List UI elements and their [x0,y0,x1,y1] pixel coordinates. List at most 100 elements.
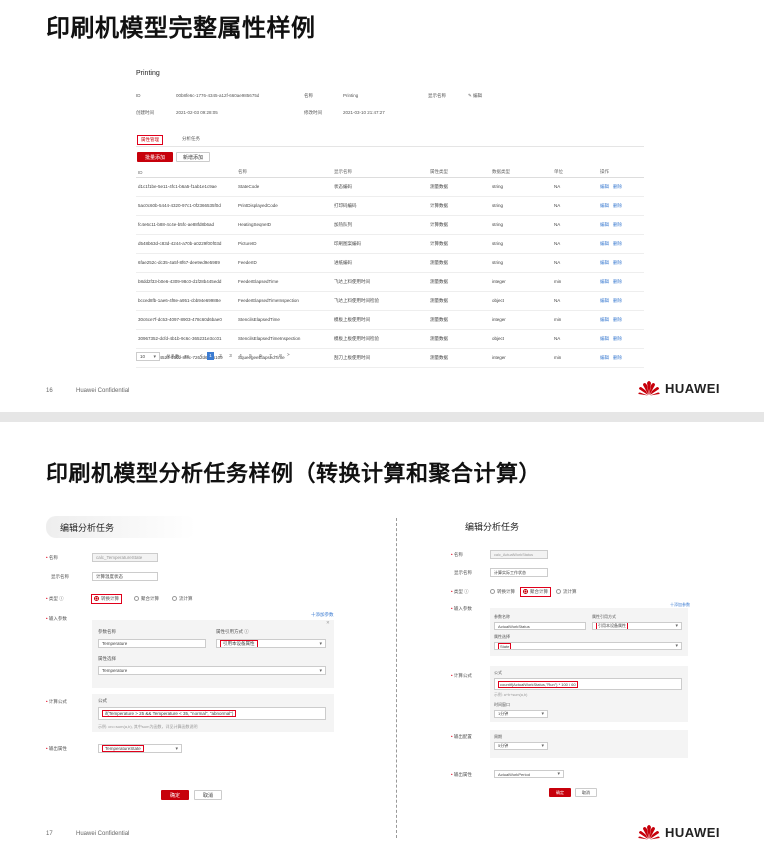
close-icon[interactable]: ✕ [326,620,330,626]
right-name-label-text: 名称 [453,552,463,557]
batch-add-button[interactable]: 批量添加 [137,152,173,162]
left-name-label: • 名称 [46,555,58,560]
slide-17: 印刷机模型分析任务样例（转换计算和聚合计算） 编辑分析任务 • 名称 calc_… [0,422,764,853]
page-size-select[interactable]: 10 ▾ [136,352,160,361]
left-cancel-button[interactable]: 取消 [194,790,222,800]
delete-link[interactable]: 删除 [613,298,622,303]
right-type-aggregate[interactable]: 聚合计算 [520,587,551,597]
edit-link[interactable]: 编辑 [600,260,609,265]
left-attr-type-value: 引用本设备属性 [220,640,258,647]
row-actions: 编辑 删除 [598,177,644,197]
page-button[interactable]: 2 [217,352,224,360]
next-page[interactable]: > [287,352,290,360]
delete-link[interactable]: 删除 [613,184,622,189]
page-button[interactable]: 5 [247,352,254,360]
panel-divider [396,518,397,838]
table-cell: FeederElapsedTimeInspection [236,291,332,311]
page-button[interactable]: 1 [207,352,214,360]
left-name-input[interactable]: calc_TemperatureState [92,553,158,562]
page-button[interactable]: 7 [267,352,274,360]
table-cell: min [552,272,598,292]
page-button[interactable]: 4 [237,352,244,360]
prev-page[interactable]: < [200,353,203,358]
right-dialog-title: 编辑分析任务 [465,522,520,532]
left-display-input[interactable]: 计算温度状态 [92,572,158,581]
table-cell: 印刷图案编码 [332,234,428,254]
right-display-input[interactable]: 计算实际工作状态 [490,568,548,577]
right-output-setting-label-text: 输出配置 [453,734,472,739]
right-type-label-text: 类型 [453,589,463,594]
delete-link[interactable]: 删除 [613,336,622,341]
tab-attribute-management[interactable]: 属性管理 [137,135,163,145]
right-time-window-label: 时间窗口 [494,702,510,707]
left-attr-type-select[interactable]: 引用本设备属性 ▾ [216,639,326,648]
left-formula-input[interactable]: if(Temperature > 25 && Temperature < 35,… [98,707,326,720]
right-type-transform[interactable]: 转换计算 [490,589,515,595]
table-cell: NA [552,215,598,235]
edit-link[interactable]: 编辑 [600,279,609,284]
delete-link[interactable]: 删除 [613,222,622,227]
left-type-aggregate[interactable]: 聚合计算 [134,596,159,602]
table-cell: 打印码编码 [332,196,428,216]
info-value-created: 2021-02-03 09:28:05 [176,110,218,115]
page-button[interactable]: 3 [227,352,234,360]
right-attr-select-value: State [498,643,512,649]
page-button[interactable]: 8 [277,352,284,360]
edit-link[interactable]: 编辑 [600,184,609,189]
page-number: 16 [46,388,53,394]
left-input-label-text: 输入参数 [48,616,67,621]
right-output-select[interactable]: ActualWorkPeriod ▾ [494,770,564,778]
left-attr-select[interactable]: Temperature ▾ [98,666,326,675]
right-type-stream[interactable]: 流计算 [556,589,577,595]
delete-link[interactable]: 删除 [613,260,622,265]
left-param-name-input[interactable]: Temperature [98,639,206,648]
delete-link[interactable]: 删除 [613,203,622,208]
radio-icon [94,596,99,602]
delete-link[interactable]: 删除 [613,355,622,360]
table-cell: 6fae252c-dc35-4a5f-8f67-dee9ed9e5989 [136,253,236,273]
left-attr-select-label: 属性选择 [98,656,116,661]
right-input-label-text: 输入参数 [453,606,472,611]
right-type-stream-label: 流计算 [563,589,577,594]
chevron-down-icon: ▾ [153,353,156,360]
confidential-label: Huawei Confidential [76,388,130,394]
right-confirm-button[interactable]: 确定 [549,788,571,797]
edit-link[interactable]: 编辑 [600,317,609,322]
delete-link[interactable]: 删除 [613,279,622,284]
tab-analysis-task[interactable]: 分析任务 [182,136,200,142]
chevron-down-icon: ▾ [175,745,178,752]
table-cell: 加热队列 [332,215,428,235]
delete-link[interactable]: 删除 [613,317,622,322]
left-type-stream[interactable]: 流计算 [172,596,193,602]
right-attr-select[interactable]: State ▾ [494,642,682,650]
right-formula-input[interactable]: countif(ActualWorkStatus,"Run") * 100 / … [494,678,682,690]
new-add-button[interactable]: 新增添加 [176,152,210,162]
edit-link[interactable]: ✎ 编辑 [468,93,482,99]
edit-link[interactable]: 编辑 [600,222,609,227]
edit-link[interactable]: 编辑 [600,336,609,341]
right-cancel-button[interactable]: 取消 [575,788,597,797]
left-confirm-button[interactable]: 确定 [161,790,189,800]
right-attr-type-select[interactable]: 引用本设备属性 ▾ [592,622,682,630]
page-button[interactable]: 6 [257,352,264,360]
table-cell: 测量数据 [428,291,490,311]
edit-link[interactable]: 编辑 [600,298,609,303]
huawei-logo: HUAWEI [638,824,720,840]
right-name-input[interactable]: calc_ActualWorkStatus [490,550,548,559]
right-param-name-input[interactable]: ActualWorkStatus [494,622,586,630]
left-output-select[interactable]: TemperatureState ▾ [98,744,182,753]
delete-link[interactable]: 删除 [613,241,622,246]
left-formula-value: if(Temperature > 25 && Temperature < 35,… [102,710,237,717]
right-period-select[interactable]: 5分钟 ▾ [494,742,548,750]
table-cell: 测量数据 [428,272,490,292]
edit-link[interactable]: 编辑 [600,241,609,246]
left-add-param-link[interactable]: 十添加参数 [311,612,334,618]
table-cell: 飞达上料使用时间 [332,272,428,292]
info-value-name: Printing [343,93,359,98]
right-time-window-select[interactable]: 1分钟 ▾ [494,710,548,718]
left-type-transform[interactable]: 转换计算 [91,594,122,604]
edit-link[interactable]: 编辑 [600,203,609,208]
edit-link[interactable]: 编辑 [600,355,609,360]
table-cell: FeederID [236,253,332,273]
col-unit: 单位 [552,168,598,178]
